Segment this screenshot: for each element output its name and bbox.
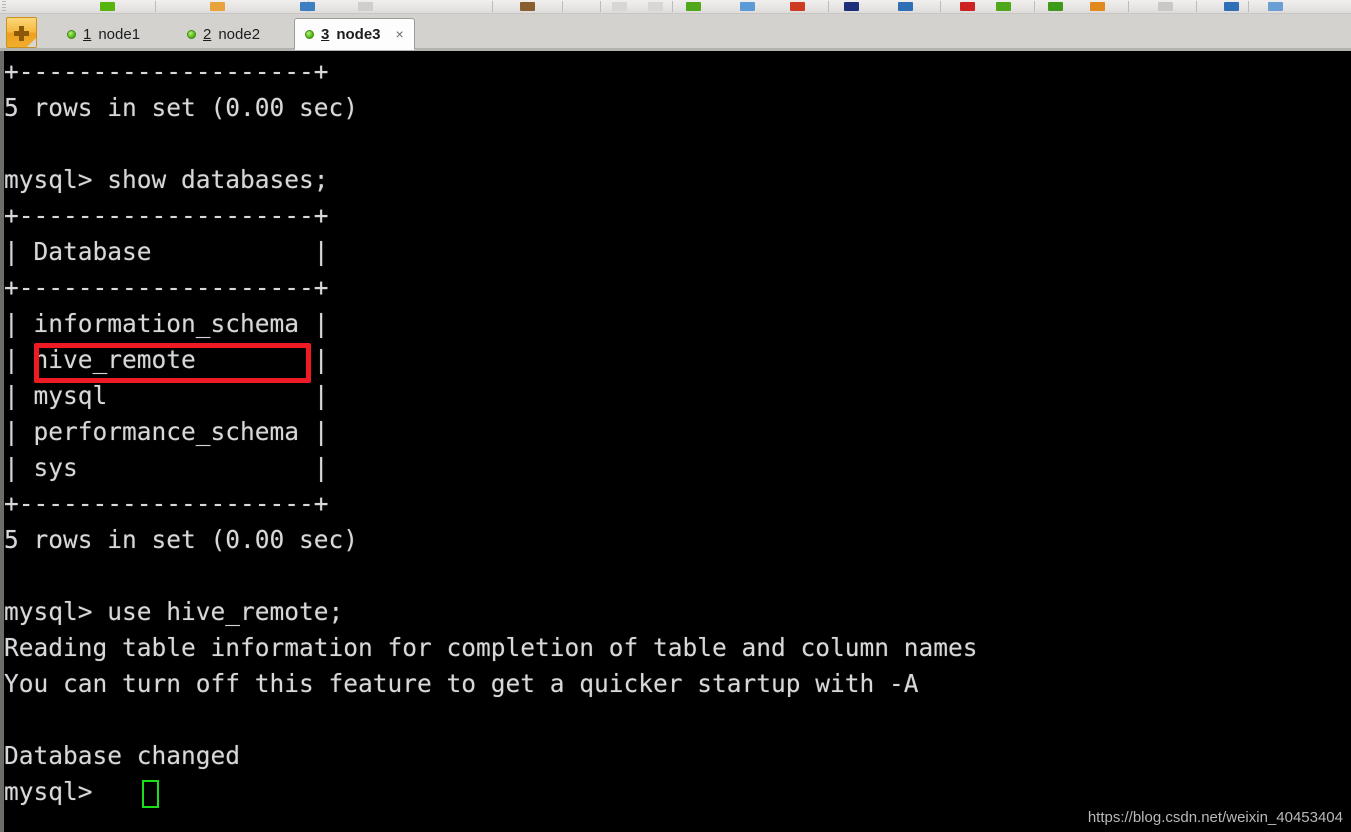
gray-window-icon[interactable] (358, 2, 373, 11)
green-arrow-icon[interactable] (100, 2, 115, 11)
orange-folder-icon[interactable] (210, 2, 225, 11)
terminal-panel[interactable]: +--------------------+ 5 rows in set (0.… (0, 51, 1351, 832)
grip-handle-icon[interactable] (2, 1, 6, 12)
orange-box-icon[interactable] (1090, 2, 1105, 11)
blue-oval-icon[interactable] (1224, 2, 1239, 11)
terminal-cursor (142, 780, 159, 808)
green-grid-icon[interactable] (1048, 2, 1063, 11)
tab-number: 3 (321, 25, 330, 43)
toolbar-separator (1034, 1, 1035, 12)
toolbar-separator (492, 1, 493, 12)
small-blue-icon[interactable] (1268, 2, 1283, 11)
status-dot-icon (67, 29, 76, 39)
close-icon[interactable]: × (396, 26, 404, 42)
red-blue-tile-icon[interactable] (790, 2, 805, 11)
toolbar-separator (562, 1, 563, 12)
toolbar-separator (1248, 1, 1249, 12)
toolbar-separator (1128, 1, 1129, 12)
terminal-output: +--------------------+ 5 rows in set (0.… (4, 57, 978, 806)
blue-square-icon[interactable] (300, 2, 315, 11)
tab-node2[interactable]: 2 node2 (176, 18, 271, 50)
toolbar-separator (155, 1, 156, 12)
tab-node1[interactable]: 1 node1 (56, 18, 151, 50)
light-doc-icon[interactable] (612, 2, 627, 11)
brown-server-icon[interactable] (520, 2, 535, 11)
status-dot-icon (305, 29, 314, 39)
tab-number: 2 (203, 25, 212, 43)
toolbar-separator (672, 1, 673, 12)
gray-bar-icon[interactable] (1158, 2, 1173, 11)
tab-label: node2 (218, 25, 261, 43)
toolbar-separator (828, 1, 829, 12)
status-dot-icon (187, 29, 196, 39)
toolbar-separator (1196, 1, 1197, 12)
new-tab-button[interactable] (6, 17, 37, 48)
tab-label: node3 (336, 25, 381, 43)
blue-doc-icon[interactable] (740, 2, 755, 11)
toolbar-separator (600, 1, 601, 12)
green-triangle-icon[interactable] (996, 2, 1011, 11)
tab-node3[interactable]: 3 node3 × (294, 18, 415, 50)
watermark: https://blog.csdn.net/weixin_40453404 (1087, 809, 1343, 826)
plus-icon-vertical (19, 26, 24, 41)
tab-label: node1 (98, 25, 141, 43)
red-circle-icon[interactable] (960, 2, 975, 11)
green-check-icon[interactable] (686, 2, 701, 11)
highlight-box (34, 343, 311, 383)
toolbar[interactable] (0, 0, 1351, 14)
light-doc2-icon[interactable] (648, 2, 663, 11)
tab-bar[interactable]: 1 node1 2 node2 3 node3 × (0, 14, 1351, 51)
fold-corner-icon (27, 38, 36, 47)
navy-shield-icon[interactable] (844, 2, 859, 11)
tab-number: 1 (83, 25, 92, 43)
toolbar-separator (940, 1, 941, 12)
blue-bars-icon[interactable] (898, 2, 913, 11)
